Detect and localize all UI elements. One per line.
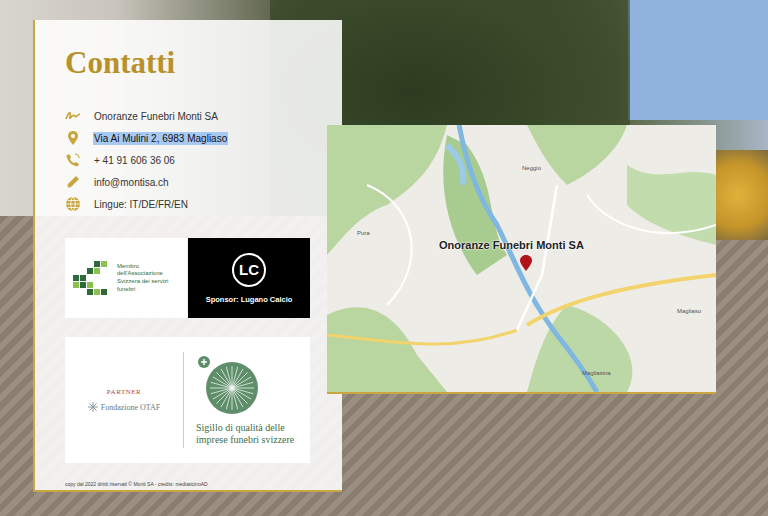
map-place-label: Magliasina xyxy=(582,370,611,376)
lugano-logo: LC xyxy=(232,253,266,287)
location-pin-icon xyxy=(65,130,81,146)
map[interactable]: Pura Neggio Magliaso Magliasina Onoranze Fun… xyxy=(327,125,716,394)
partner-label: PARTNER xyxy=(107,388,141,396)
partner-badge[interactable]: PARTNER Fondazione OTAF Sigillo di qualità… xyxy=(65,337,310,463)
footer-text: copy dal 2022 diritti riservati © Monti … xyxy=(65,481,312,487)
otaf-name: Fondazione OTAF xyxy=(101,403,161,412)
badge-row: Membro dell'Associazione Svizzera dei se… xyxy=(65,238,312,318)
sponsor-badge[interactable]: LC Sponsor: Lugano Calcio xyxy=(188,238,310,318)
contact-text[interactable]: info@montisa.ch xyxy=(93,176,170,189)
map-place-label: Pura xyxy=(357,230,370,236)
association-text: Membro dell'Associazione Svizzera dei se… xyxy=(117,263,183,294)
sponsor-label: Sponsor: Lugano Calcio xyxy=(206,295,293,304)
contact-row: Via Ai Mulini 2, 6983 Magliaso xyxy=(65,130,312,146)
phone-icon xyxy=(65,152,81,168)
contact-row: + 41 91 606 36 06 xyxy=(65,152,312,168)
association-logo-icon xyxy=(69,258,113,298)
map-place-label: Magliaso xyxy=(677,308,701,314)
contact-row: Lingue: IT/DE/FR/EN xyxy=(65,196,312,212)
association-badge[interactable]: Membro dell'Associazione Svizzera dei se… xyxy=(65,238,187,318)
contact-list: Onoranze Funebri Monti SA Via Ai Mulini 2… xyxy=(65,108,312,212)
globe-icon xyxy=(65,196,81,212)
contact-row: Onoranze Funebri Monti SA xyxy=(65,108,312,124)
partner-left: PARTNER Fondazione OTAF xyxy=(65,388,183,412)
divider xyxy=(183,352,184,448)
contact-row: info@montisa.ch xyxy=(65,174,312,190)
page-title: Contatti xyxy=(65,46,312,80)
map-pin-icon[interactable] xyxy=(520,255,532,271)
seal-block: Sigillo di qualità delle imprese funebri… xyxy=(184,354,296,447)
contact-panel: Contatti Onoranze Funebri Monti SA Via Ai … xyxy=(33,20,342,492)
contact-text[interactable]: Onoranze Funebri Monti SA xyxy=(93,110,219,123)
snowflake-icon xyxy=(88,402,98,412)
contact-text[interactable]: Lingue: IT/DE/FR/EN xyxy=(93,198,189,211)
map-place-label: Neggio xyxy=(522,165,541,171)
otaf-logo: Fondazione OTAF xyxy=(88,402,161,412)
signature-icon xyxy=(65,108,81,124)
contact-text[interactable]: + 41 91 606 36 06 xyxy=(93,154,176,167)
seal-text: Sigillo di qualità delle imprese funebri… xyxy=(196,422,296,447)
dandelion-seal-icon xyxy=(196,354,260,418)
map-label: Onoranze Funebri Monti SA xyxy=(439,239,584,251)
pen-icon xyxy=(65,174,81,190)
contact-text[interactable]: Via Ai Mulini 2, 6983 Magliaso xyxy=(93,132,228,145)
